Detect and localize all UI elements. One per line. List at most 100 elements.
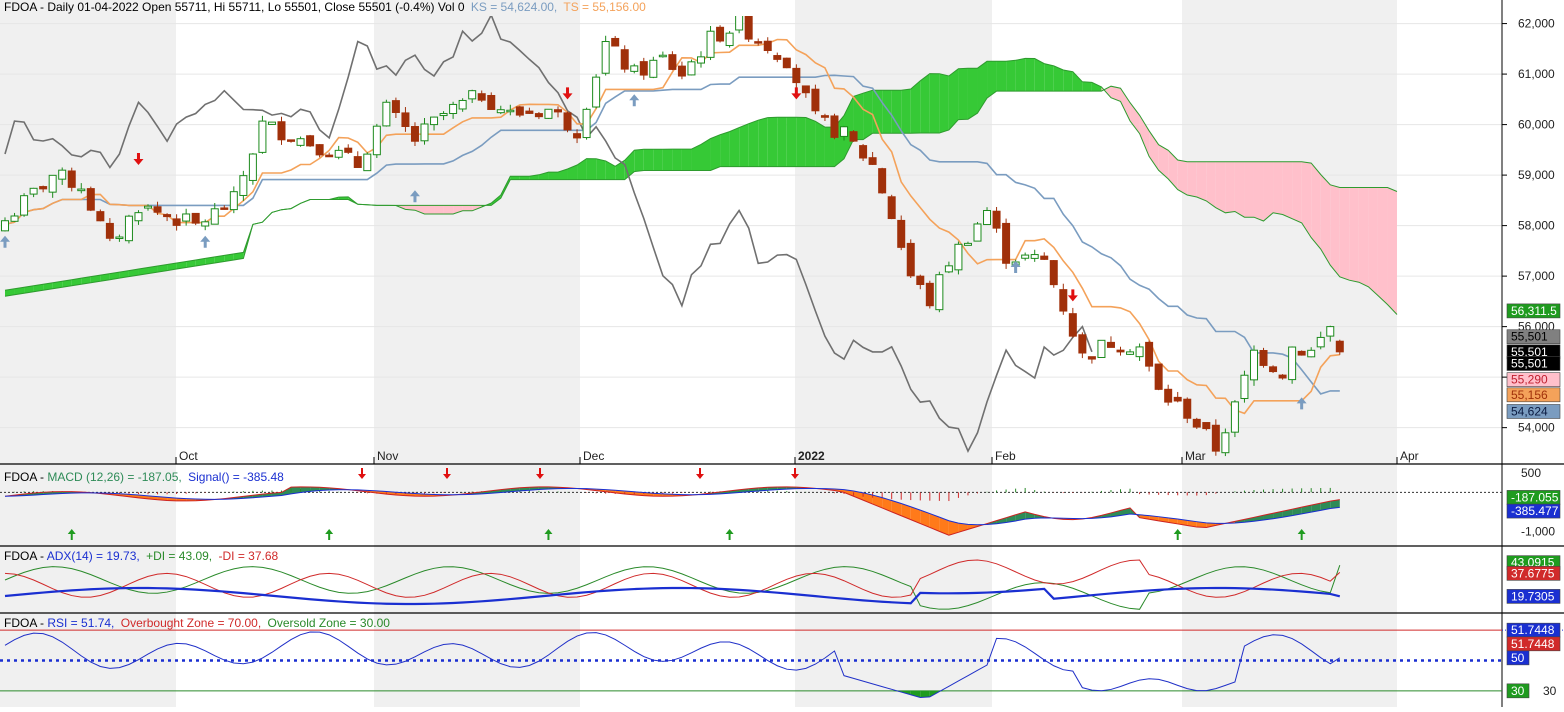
- candle-body: [240, 176, 247, 196]
- candle-body: [879, 169, 886, 193]
- candle-body: [964, 243, 971, 245]
- candle-body: [1260, 351, 1267, 366]
- candle-body: [488, 96, 495, 110]
- candle-body: [707, 31, 714, 57]
- candle-body: [192, 213, 199, 223]
- candle-body: [736, 15, 743, 30]
- cloud-segment: [1340, 187, 1350, 280]
- ts-legend: TS = 55,156.00: [563, 0, 646, 14]
- candle-body: [1212, 425, 1219, 451]
- cloud-segment: [672, 149, 682, 170]
- cloud-segment: [463, 205, 473, 210]
- candle-body: [678, 66, 685, 76]
- cloud-segment: [1216, 162, 1226, 213]
- price-tick-label: 54,000: [1518, 421, 1555, 435]
- cloud-segment: [1063, 70, 1073, 91]
- cloud-segment: [806, 118, 816, 167]
- candle-body: [812, 89, 819, 111]
- candle-body: [984, 211, 991, 225]
- candle-body: [469, 91, 476, 99]
- month-band: [0, 0, 176, 707]
- cloud-segment: [1206, 162, 1216, 208]
- candle-body: [821, 116, 828, 118]
- candle-body: [440, 114, 447, 116]
- cloud-segment: [939, 74, 949, 133]
- rsi-tick-label: 30: [1543, 684, 1557, 698]
- price-tick-label: 57,000: [1518, 269, 1555, 283]
- cloud-segment: [1187, 162, 1197, 197]
- candle-body: [869, 158, 876, 165]
- candle-body: [1022, 255, 1029, 258]
- cloud-segment: [968, 68, 978, 119]
- candle-body: [1127, 352, 1134, 354]
- candle-body: [993, 211, 1000, 228]
- candle-body: [1270, 367, 1277, 372]
- cloud-segment: [682, 149, 692, 170]
- candle-body: [1193, 419, 1200, 427]
- candle-body: [602, 42, 609, 74]
- candle-body: [717, 27, 724, 41]
- candle-body: [1203, 423, 1210, 429]
- ob-legend: Overbought Zone = 70.00,: [121, 616, 261, 630]
- cloud-segment: [758, 118, 768, 167]
- candle-body: [125, 216, 132, 241]
- candle-body: [230, 192, 237, 210]
- candle-body: [574, 134, 581, 138]
- candle-body: [1336, 341, 1343, 352]
- date-tick-label: Feb: [995, 449, 1016, 463]
- candle-body: [936, 275, 943, 310]
- cloud-segment: [548, 172, 558, 180]
- value-tag-label: 51.7448: [1511, 623, 1555, 637]
- value-tag-label: 37.6775: [1511, 566, 1555, 580]
- candle-body: [1289, 347, 1296, 380]
- candle-body: [1250, 350, 1257, 380]
- cloud-segment: [958, 68, 968, 119]
- cloud-segment: [1235, 162, 1245, 217]
- candle-body: [1136, 347, 1143, 357]
- price-header: FDOA - Daily 01-04-2022 Open 55711, Hi 5…: [4, 0, 646, 14]
- adx-legend: ADX(14) = 19.73,: [47, 549, 140, 563]
- value-tag-label: 55,290: [1511, 373, 1548, 387]
- candle-body: [288, 140, 295, 142]
- value-tag-label: 55,501: [1511, 330, 1548, 344]
- date-tick-label: Oct: [179, 449, 198, 463]
- candle-body: [1155, 364, 1162, 389]
- date-tick-label: 2022: [798, 449, 825, 463]
- cloud-segment: [796, 117, 806, 166]
- cloud-segment: [1025, 58, 1035, 91]
- candle-body: [1107, 342, 1114, 347]
- candle-body: [87, 189, 94, 211]
- candle-body: [793, 68, 800, 82]
- cloud-segment: [1311, 163, 1321, 249]
- candle-body: [907, 243, 914, 275]
- candle-body: [21, 196, 28, 215]
- candle-body: [1003, 223, 1010, 263]
- cloud-segment: [911, 81, 921, 133]
- candle-body: [564, 113, 571, 130]
- cloud-segment: [1244, 162, 1254, 217]
- rsi-header: FDOA - RSI = 51.74, Overbought Zone = 70…: [4, 616, 390, 630]
- candle-body: [774, 56, 781, 60]
- macd-tick-label: 500: [1521, 466, 1541, 480]
- signal-legend: Signal() = -385.48: [188, 470, 284, 484]
- cloud-segment: [1082, 82, 1092, 91]
- candle-body: [831, 116, 838, 137]
- candle-body: [392, 101, 399, 113]
- cloud-segment: [1359, 187, 1369, 286]
- candle-body: [726, 33, 733, 45]
- price-tick-label: 61,000: [1518, 67, 1555, 81]
- candle-body: [898, 220, 905, 247]
- candle-body: [459, 100, 466, 109]
- cloud-segment: [901, 89, 911, 133]
- value-tag-label: -385.477: [1511, 504, 1559, 518]
- cloud-segment: [1035, 59, 1045, 92]
- cloud-segment: [425, 205, 435, 214]
- cloud-segment: [720, 132, 730, 167]
- candle-body: [421, 124, 428, 141]
- adx-header: FDOA - ADX(14) = 19.73, +DI = 43.09, -DI…: [4, 549, 279, 563]
- stock-chart: 54,00055,00056,00057,00058,00059,00060,0…: [0, 0, 1564, 707]
- candle-body: [450, 104, 457, 113]
- candle-body: [631, 66, 638, 71]
- candle-body: [431, 117, 438, 125]
- cloud-segment: [930, 74, 940, 133]
